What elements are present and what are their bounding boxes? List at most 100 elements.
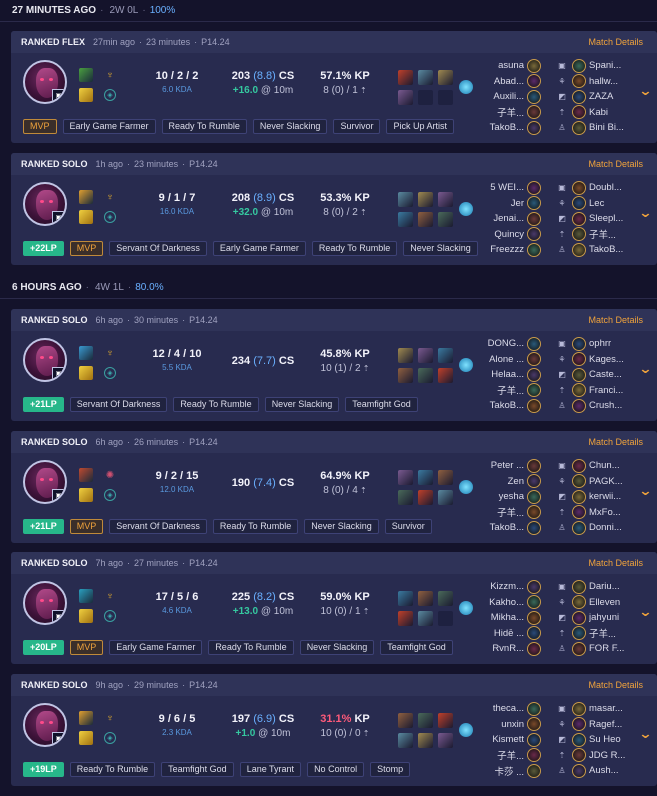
champion-icon[interactable]	[527, 367, 541, 382]
player-entry[interactable]: Quincy	[481, 227, 541, 243]
champion-icon[interactable]	[572, 398, 586, 413]
player-name[interactable]: Franci...	[589, 385, 632, 396]
player-name[interactable]: Hidē ...	[481, 628, 524, 639]
player-name[interactable]: asuna	[481, 60, 524, 71]
champion-portrait[interactable]: ▣	[23, 581, 67, 625]
player-name[interactable]: Ragef...	[589, 719, 632, 730]
player-name[interactable]: Donni...	[589, 522, 632, 533]
champion-icon[interactable]	[527, 474, 541, 489]
match-card[interactable]: RANKED SOLO 9h ago · 29 minutes · P14.24 Match…	[11, 674, 657, 786]
item-slot[interactable]	[438, 470, 453, 485]
player-name[interactable]: Kabi	[589, 107, 632, 118]
player-name[interactable]: 子羊...	[589, 227, 632, 241]
match-details-link[interactable]: Match Details	[588, 37, 643, 47]
player-entry[interactable]: Elleven	[572, 595, 632, 611]
champion-icon[interactable]	[527, 520, 541, 535]
item-slot[interactable]	[438, 490, 453, 505]
champion-portrait[interactable]: ▣	[23, 60, 67, 104]
player-entry[interactable]: PAGK...	[572, 474, 632, 490]
champion-icon[interactable]	[572, 242, 586, 257]
champion-icon[interactable]	[572, 595, 586, 610]
item-slot[interactable]	[438, 611, 453, 626]
champion-icon[interactable]	[527, 458, 541, 473]
player-entry[interactable]: MxFo...	[572, 505, 632, 521]
player-entry[interactable]: Hidē ...	[481, 626, 541, 642]
player-entry[interactable]: 子羊...	[481, 383, 541, 399]
summoner-spell-icon[interactable]	[79, 68, 93, 82]
player-name[interactable]: Kages...	[589, 354, 632, 365]
player-name[interactable]: Zen	[481, 476, 524, 487]
champion-icon[interactable]	[572, 474, 586, 489]
champion-icon[interactable]	[527, 732, 541, 747]
summoner-spell-icon[interactable]	[79, 346, 93, 360]
champion-icon[interactable]	[527, 180, 541, 195]
champion-icon[interactable]	[527, 196, 541, 211]
player-entry[interactable]: hallw...	[572, 74, 632, 90]
chevron-down-icon[interactable]: ⌄	[638, 83, 652, 99]
champion-icon[interactable]	[527, 58, 541, 73]
champion-icon[interactable]	[572, 196, 586, 211]
player-name[interactable]: Aush...	[589, 765, 632, 776]
item-slot[interactable]	[418, 368, 433, 383]
flash-spell-icon[interactable]	[79, 609, 93, 623]
champion-icon[interactable]	[572, 352, 586, 367]
champion-portrait[interactable]: ▣	[23, 460, 67, 504]
keystone-rune-icon[interactable]: ♆	[104, 191, 116, 203]
secondary-rune-icon[interactable]: ◈	[104, 89, 116, 101]
item-slot[interactable]	[398, 90, 413, 105]
player-name[interactable]: TakoB...	[589, 244, 632, 255]
player-name[interactable]: Freezzz	[481, 244, 524, 255]
player-name[interactable]: Su Heo	[589, 734, 632, 745]
player-entry[interactable]: Peter ...	[481, 458, 541, 474]
summoner-spell-icon[interactable]	[79, 468, 93, 482]
champion-icon[interactable]	[527, 211, 541, 226]
item-slot[interactable]	[398, 192, 413, 207]
player-name[interactable]: JDG R...	[589, 750, 632, 761]
player-name[interactable]: Sleepl...	[589, 213, 632, 224]
champion-icon[interactable]	[572, 520, 586, 535]
player-entry[interactable]: Aush...	[572, 763, 632, 779]
keystone-rune-icon[interactable]: ♆	[104, 712, 116, 724]
champion-icon[interactable]	[572, 105, 586, 120]
player-name[interactable]: PAGK...	[589, 476, 632, 487]
trinket-ward-icon[interactable]	[459, 80, 473, 94]
player-entry[interactable]: TakoB...	[481, 120, 541, 136]
champion-icon[interactable]	[572, 227, 586, 242]
item-slot[interactable]	[438, 733, 453, 748]
player-name[interactable]: Kakhо...	[481, 597, 524, 608]
player-name[interactable]: RvnR...	[481, 643, 524, 654]
player-name[interactable]: ophrr	[589, 338, 632, 349]
item-slot[interactable]	[398, 368, 413, 383]
player-entry[interactable]: yesha	[481, 489, 541, 505]
item-slot[interactable]	[418, 470, 433, 485]
player-name[interactable]: Auxili...	[481, 91, 524, 102]
champion-icon[interactable]	[572, 717, 586, 732]
player-entry[interactable]: Bini Bi...	[572, 120, 632, 136]
player-entry[interactable]: 5 WEI...	[481, 180, 541, 196]
player-entry[interactable]: Ragef...	[572, 717, 632, 733]
item-slot[interactable]	[398, 212, 413, 227]
player-name[interactable]: Doubl...	[589, 182, 632, 193]
champion-icon[interactable]	[527, 748, 541, 763]
match-card[interactable]: RANKED SOLO 6h ago · 30 minutes · P14.24 Match…	[11, 309, 657, 421]
champion-icon[interactable]	[572, 89, 586, 104]
player-name[interactable]: Caste...	[589, 369, 632, 380]
champion-icon[interactable]	[572, 211, 586, 226]
player-entry[interactable]: masar...	[572, 701, 632, 717]
player-entry[interactable]: Kabi	[572, 105, 632, 121]
summoner-spell-icon[interactable]	[79, 190, 93, 204]
player-name[interactable]: masar...	[589, 703, 632, 714]
flash-spell-icon[interactable]	[79, 731, 93, 745]
item-slot[interactable]	[418, 70, 433, 85]
champion-icon[interactable]	[572, 626, 586, 641]
player-entry[interactable]: TakoB...	[572, 242, 632, 258]
match-details-link[interactable]: Match Details	[588, 315, 643, 325]
player-name[interactable]: Kizzm...	[481, 581, 524, 592]
player-name[interactable]: DONG...	[481, 338, 524, 349]
player-entry[interactable]: ophrr	[572, 336, 632, 352]
player-name[interactable]: Crush...	[589, 400, 632, 411]
player-entry[interactable]: Chun...	[572, 458, 632, 474]
trinket-ward-icon[interactable]	[459, 723, 473, 737]
match-details-link[interactable]: Match Details	[588, 159, 643, 169]
item-slot[interactable]	[418, 192, 433, 207]
